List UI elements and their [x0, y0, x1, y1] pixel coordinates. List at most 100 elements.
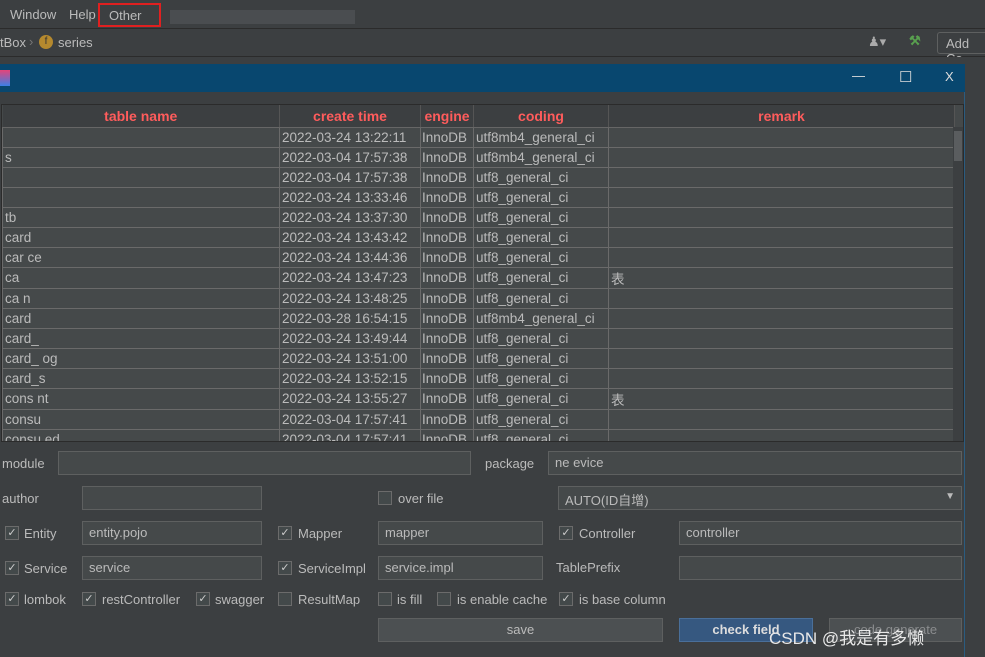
table-cell: utf8_general_ci	[473, 166, 609, 188]
option-checkbox[interactable]	[378, 592, 392, 606]
option-label: restController	[102, 592, 181, 607]
table-row[interactable]: 2022-03-24 13:33:46 InnoDB utf8_general_ci	[2, 186, 955, 208]
table-cell: 2022-03-24 13:37:30	[279, 206, 421, 228]
maximize-button[interactable]: ☐	[899, 68, 912, 86]
table-cell: car ce	[2, 246, 280, 268]
entity-input[interactable]: entity.pojo	[82, 521, 262, 545]
blurred-title	[170, 10, 355, 24]
column-header[interactable]: remark	[608, 105, 955, 128]
controller-label: Controller	[579, 526, 636, 541]
app-icon	[0, 70, 10, 86]
id-type-value: AUTO(ID自增)	[565, 493, 649, 508]
table-row[interactable]: card_ 2022-03-24 13:49:44 InnoDB utf8_gener…	[2, 327, 955, 349]
table-cell: InnoDB	[420, 206, 474, 228]
table-cell: utf8mb4_general_ci	[473, 307, 609, 329]
table-row[interactable]: ca 2022-03-24 13:47:23 InnoDB utf8_general_…	[2, 266, 955, 289]
service-checkbox[interactable]: ✓	[5, 561, 19, 575]
table-row[interactable]: car ce 2022-03-24 13:44:36 InnoDB utf8_gene…	[2, 246, 955, 268]
service-input[interactable]: service	[82, 556, 262, 580]
table-row[interactable]: 2022-03-24 13:22:11 InnoDB utf8mb4_general…	[2, 126, 955, 148]
table-cell: InnoDB	[420, 166, 474, 188]
table-list[interactable]: table name create time engine coding rem…	[1, 104, 964, 442]
table-cell	[2, 166, 280, 188]
add-configuration-button[interactable]: Add Co	[937, 32, 985, 66]
controller-input[interactable]: controller	[679, 521, 962, 545]
table-prefix-input[interactable]	[679, 556, 962, 580]
column-header[interactable]: engine	[420, 105, 474, 128]
table-cell	[608, 186, 955, 208]
entity-checkbox[interactable]: ✓	[5, 526, 19, 540]
table-row[interactable]: consu ed 2022-03-04 17:57:41 InnoDB utf8_ge…	[2, 428, 955, 441]
table-cell: card	[2, 307, 280, 329]
table-row[interactable]: card 2022-03-28 16:54:15 InnoDB utf8mb4_gen…	[2, 307, 955, 329]
author-input[interactable]	[82, 486, 262, 510]
column-header[interactable]: create time	[279, 105, 421, 128]
serviceimpl-input[interactable]: service.impl	[378, 556, 543, 580]
hammer-icon[interactable]: ⚒	[909, 33, 921, 49]
save-button[interactable]: save	[378, 618, 663, 642]
option-checkbox[interactable]	[278, 592, 292, 606]
entity-label: Entity	[24, 526, 57, 541]
table-cell	[608, 307, 955, 329]
id-type-select[interactable]: AUTO(ID自增) ▼	[558, 486, 962, 510]
mapper-checkbox[interactable]: ✓	[278, 526, 292, 540]
over-file-label: over file	[398, 491, 444, 506]
table-row[interactable]: card_ og 2022-03-24 13:51:00 InnoDB utf8_ge…	[2, 347, 955, 369]
option-checkbox[interactable]	[437, 592, 451, 606]
user-dropdown-icon[interactable]: ♟▾	[868, 34, 886, 50]
option-label: is fill	[397, 592, 423, 607]
table-cell	[608, 126, 955, 148]
table-row[interactable]: consu 2022-03-04 17:57:41 InnoDB utf8_gener…	[2, 408, 955, 430]
table-row[interactable]: ca n 2022-03-24 13:48:25 InnoDB utf8_genera…	[2, 287, 955, 309]
table-cell: utf8_general_ci	[473, 287, 609, 309]
table-cell: 2022-03-04 17:57:41	[279, 408, 421, 430]
breadcrumb-item[interactable]: series	[58, 35, 93, 50]
table-cell: utf8_general_ci	[473, 226, 609, 248]
table-row[interactable]: 2022-03-04 17:57:38 InnoDB utf8_general_ci	[2, 166, 955, 188]
table-cell	[608, 287, 955, 309]
menu-other[interactable]: Other	[98, 3, 161, 27]
menu-help[interactable]: Help	[69, 7, 96, 22]
close-button[interactable]: X	[945, 69, 954, 84]
over-file-checkbox[interactable]	[378, 491, 392, 505]
table-row[interactable]: s 2022-03-04 17:57:38 InnoDB utf8mb4_genera…	[2, 146, 955, 168]
table-row[interactable]: card_s 2022-03-24 13:52:15 InnoDB utf8_gene…	[2, 367, 955, 389]
column-header[interactable]: coding	[473, 105, 609, 128]
table-cell: card	[2, 226, 280, 248]
watermark: CSDN @我是有多懒	[769, 629, 925, 648]
table-cell: card_	[2, 327, 280, 349]
option-checkbox[interactable]: ✓	[196, 592, 210, 606]
table-cell	[608, 327, 955, 349]
option-checkbox[interactable]: ✓	[5, 592, 19, 606]
package-input[interactable]: ne evice	[548, 451, 962, 475]
table-row[interactable]: cons nt 2022-03-24 13:55:27 InnoDB utf8_gen…	[2, 387, 955, 410]
serviceimpl-checkbox[interactable]: ✓	[278, 561, 292, 575]
module-label: module	[2, 456, 45, 471]
scrollbar-thumb[interactable]	[954, 131, 962, 161]
breadcrumb-item[interactable]: tBox	[0, 35, 26, 50]
option-label: is enable cache	[457, 592, 548, 607]
field-icon: f	[39, 35, 53, 49]
table-cell	[2, 186, 280, 208]
table-cell	[608, 146, 955, 168]
table-cell: utf8mb4_general_ci	[473, 146, 609, 168]
controller-checkbox[interactable]: ✓	[559, 526, 573, 540]
table-cell	[608, 226, 955, 248]
module-input[interactable]	[58, 451, 471, 475]
table-cell: utf8mb4_general_ci	[473, 126, 609, 148]
table-cell	[608, 367, 955, 389]
table-cell: utf8_general_ci	[473, 347, 609, 369]
option-checkbox[interactable]: ✓	[559, 592, 573, 606]
table-row[interactable]: card 2022-03-24 13:43:42 InnoDB utf8_genera…	[2, 226, 955, 248]
table-cell: consu ed	[2, 428, 280, 441]
option-checkbox[interactable]: ✓	[82, 592, 96, 606]
menu-window[interactable]: Window	[10, 7, 56, 22]
minimize-button[interactable]: —	[852, 68, 865, 83]
breadcrumb-separator-icon: ›	[29, 34, 34, 49]
table-scrollbar[interactable]	[953, 127, 963, 441]
mapper-input[interactable]: mapper	[378, 521, 543, 545]
column-header[interactable]: table name	[2, 105, 280, 128]
table-row[interactable]: tb 2022-03-24 13:37:30 InnoDB utf8_general_…	[2, 206, 955, 228]
table-cell: 2022-03-24 13:22:11	[279, 126, 421, 148]
toolbar: tBox › f series ♟▾ ⚒ Add Co	[0, 29, 985, 66]
